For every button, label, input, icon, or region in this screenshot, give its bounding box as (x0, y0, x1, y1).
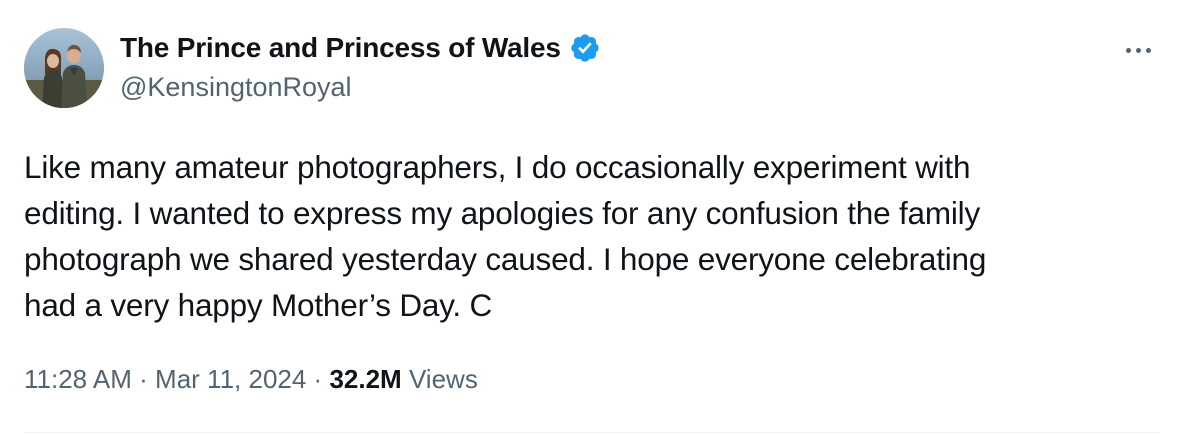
display-name[interactable]: The Prince and Princess of Wales (120, 32, 561, 64)
tweet-text-line: photograph we shared yesterday caused. I… (24, 241, 987, 277)
tweet-card: The Prince and Princess of Wales @Kensin… (0, 0, 1184, 434)
verified-badge-icon[interactable] (569, 32, 601, 64)
more-dot (1135, 47, 1141, 53)
author-name-row: The Prince and Princess of Wales (120, 30, 601, 66)
tweet-time[interactable]: 11:28 AM (24, 364, 132, 394)
couple-photo-avatar-icon (24, 28, 104, 108)
more-dot (1145, 47, 1151, 53)
tweet-text-line: editing. I wanted to express my apologie… (24, 195, 981, 231)
more-options-icon[interactable] (1118, 38, 1158, 62)
avatar[interactable] (24, 28, 104, 108)
views-label: Views (408, 364, 478, 394)
tweet-text: Like many amateur photographers, I do oc… (24, 144, 1144, 328)
divider (24, 432, 1160, 433)
views-count[interactable]: 32.2M (329, 364, 401, 394)
tweet-text-line: Like many amateur photographers, I do oc… (24, 149, 971, 185)
meta-separator: · (306, 364, 330, 394)
more-dot (1125, 47, 1131, 53)
tweet-meta: 11:28 AM · Mar 11, 2024 · 32.2M Views (24, 364, 478, 395)
meta-separator: · (131, 364, 156, 394)
author-handle[interactable]: @KensingtonRoyal (120, 72, 352, 103)
tweet-text-line: had a very happy Mother’s Day. C (24, 287, 493, 323)
tweet-date[interactable]: Mar 11, 2024 (155, 364, 306, 394)
